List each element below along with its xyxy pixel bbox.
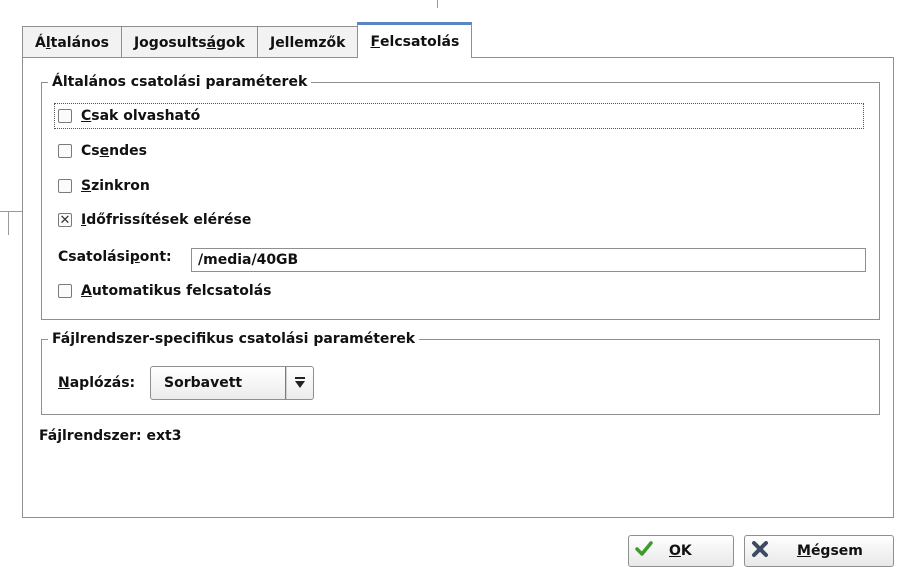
ok-button[interactable]: OK — [628, 535, 734, 567]
group-title: Általános csatolási paraméterek — [48, 73, 312, 91]
journal-label: Naplózás: — [58, 372, 135, 394]
quiet-checkbox[interactable]: Csendes — [58, 140, 147, 162]
label-part: p — [129, 249, 140, 265]
checkbox-box[interactable] — [58, 109, 72, 123]
tab-properties[interactable]: Jellemzők — [256, 26, 359, 58]
access-time-checkbox[interactable]: ✕ Időfrissítések elérése — [58, 209, 251, 231]
tab-bar: Ál talános Jogosults á gok Jellemzők Felcsa… — [22, 22, 473, 58]
label-part: N — [58, 375, 70, 391]
tab-panel-mount: Általános csatolási paraméterek Csak olv… — [22, 57, 894, 518]
checkbox-label: Csendes — [81, 143, 147, 159]
checkbox-label: Automatikus felcsatolás — [81, 283, 272, 299]
cancel-label: Mégsem — [797, 543, 863, 559]
filesystem-options-group: Fájlrendszer-specifikus csatolási paramé… — [41, 330, 880, 415]
checkbox-box[interactable] — [58, 144, 72, 158]
read-only-checkbox[interactable]: Csak olvasható — [58, 105, 200, 127]
cancel-x-icon — [745, 541, 775, 561]
tab-general[interactable]: Ál talános — [22, 26, 122, 58]
auto-mount-checkbox[interactable]: Automatikus felcsatolás — [58, 280, 272, 302]
ok-label: OK — [669, 543, 692, 559]
mount-point-input[interactable]: /media/40GB — [191, 248, 866, 272]
cancel-button[interactable]: Mégsem — [744, 535, 894, 567]
checkbox-box[interactable] — [58, 284, 72, 298]
label-part: ont: — [139, 249, 172, 265]
mount-point-label: Csatolási p ont: — [58, 246, 172, 268]
sync-checkbox[interactable]: Szinkron — [58, 175, 150, 197]
checkbox-box[interactable] — [58, 179, 72, 193]
checkbox-label: Időfrissítések elérése — [81, 212, 252, 228]
group-title: Fájlrendszer-specifikus csatolási paramé… — [48, 330, 420, 348]
checkbox-label: Szinkron — [81, 178, 150, 194]
checkbox-label: Csak olvasható — [81, 108, 201, 124]
mount-properties-dialog: Ál talános Jogosults á gok Jellemzők Felcsa… — [0, 0, 903, 567]
general-mount-options-group: Általános csatolási paraméterek Csak olv… — [41, 73, 880, 320]
checkbox-box-checked[interactable]: ✕ — [58, 213, 72, 227]
filesystem-type-text: Fájlrendszer: ext3 — [39, 428, 182, 444]
dropdown-arrow-icon[interactable] — [285, 367, 313, 399]
tab-permissions[interactable]: Jogosults á gok — [120, 26, 258, 58]
journal-select-value: Sorbavett — [164, 375, 243, 391]
label-part: Csatolási — [58, 249, 130, 265]
journal-select[interactable]: Sorbavett — [150, 366, 314, 400]
tab-mount[interactable]: Felcsatolás — [357, 22, 473, 58]
checkmark-icon — [629, 541, 659, 561]
label-part: aplózás: — [69, 375, 136, 391]
